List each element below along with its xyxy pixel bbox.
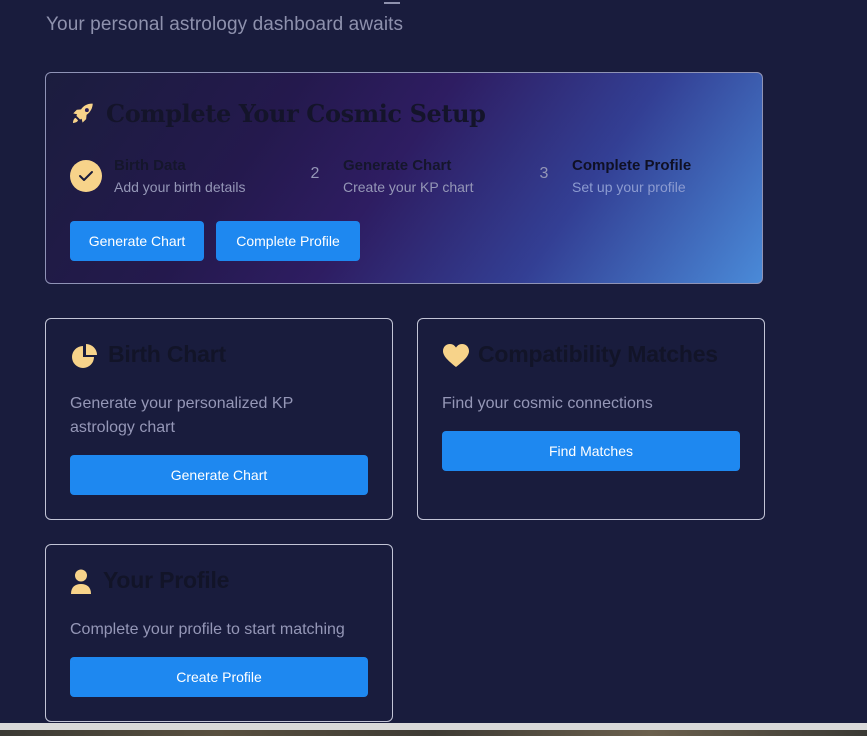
setup-panel: Complete Your Cosmic Setup Birth Data Ad… — [45, 72, 763, 284]
card-title: Your Profile — [103, 567, 230, 593]
rocket-icon — [70, 101, 96, 132]
generate-chart-button-card[interactable]: Generate Chart — [70, 455, 368, 495]
birth-chart-card: Birth Chart Generate your personalized K… — [45, 318, 393, 520]
heart-icon — [442, 343, 470, 374]
setup-title: Complete Your Cosmic Setup — [106, 99, 486, 128]
generate-chart-button[interactable]: Generate Chart — [70, 221, 204, 261]
page-subtitle: Your personal astrology dashboard awaits — [46, 14, 404, 35]
check-icon — [70, 160, 102, 192]
step-desc: Set up your profile — [572, 179, 686, 195]
step-label: Complete Profile — [572, 157, 692, 174]
complete-profile-button[interactable]: Complete Profile — [216, 221, 360, 261]
user-icon — [70, 569, 92, 600]
card-title: Birth Chart — [108, 341, 226, 367]
step-number: 2 — [310, 165, 320, 182]
header-fragment — [384, 0, 400, 4]
card-title: Compatibility Matches — [478, 341, 718, 367]
step-label: Birth Data — [114, 157, 186, 174]
pie-chart-icon — [70, 343, 98, 376]
card-description: Generate your personalized KP astrology … — [70, 395, 293, 436]
profile-card: Your Profile Complete your profile to st… — [45, 544, 393, 722]
compatibility-card: Compatibility Matches Find your cosmic c… — [417, 318, 765, 520]
card-description: Complete your profile to start matching — [70, 621, 345, 638]
find-matches-button[interactable]: Find Matches — [442, 431, 740, 471]
step-desc: Add your birth details — [114, 179, 246, 195]
step-label: Generate Chart — [343, 157, 452, 174]
window-edge-strip — [0, 730, 867, 736]
step-desc: Create your KP chart — [343, 179, 474, 195]
card-description: Find your cosmic connections — [442, 395, 653, 412]
create-profile-button[interactable]: Create Profile — [70, 657, 368, 697]
step-number: 3 — [539, 165, 549, 182]
